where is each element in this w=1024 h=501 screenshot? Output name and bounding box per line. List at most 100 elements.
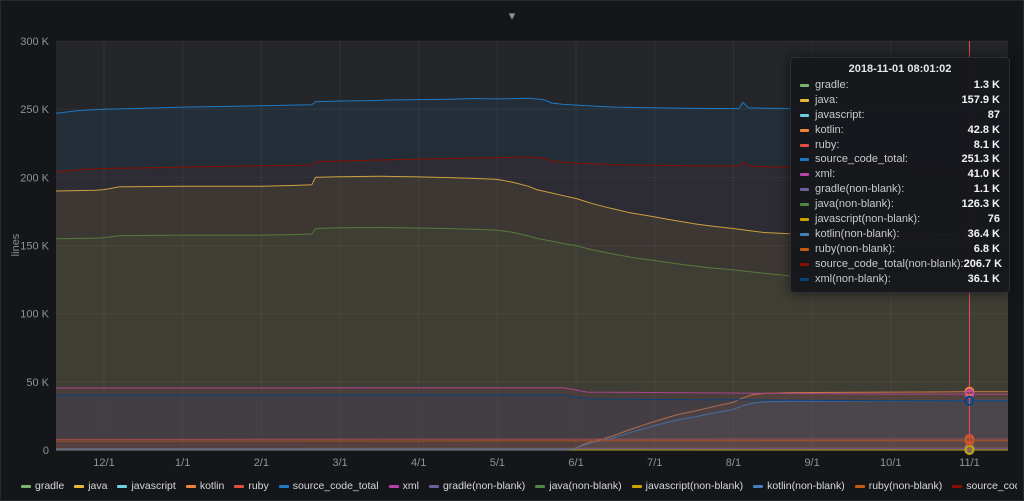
tooltip-series-label: ruby(non-blank): — [815, 242, 896, 255]
y-tick-label: 0 — [43, 445, 49, 457]
x-tick-label: 3/1 — [332, 457, 347, 469]
legend-label: gradle(non-blank) — [442, 480, 526, 492]
tooltip-series-value: 42.8 K — [967, 123, 1000, 136]
tooltip-series-value: 126.3 K — [961, 198, 1000, 211]
legend-item-java(non-blank)[interactable]: java(non-blank) — [535, 480, 622, 492]
legend-label: kotlin — [199, 480, 225, 492]
legend-label: source_code_total(non-blank) — [966, 480, 1017, 492]
tooltip-row: gradle(non-blank): 1.1 K — [800, 182, 1000, 197]
legend-label: java — [88, 480, 108, 492]
tooltip-series-label: java(non-blank): — [815, 198, 894, 211]
legend-label: javascript — [131, 480, 176, 492]
tooltip-series-label: javascript: — [815, 108, 865, 121]
legend-color-icon — [535, 484, 546, 488]
tooltip-series-label: java: — [815, 93, 839, 106]
chart-tooltip: 2018-11-01 08:01:02 gradle: 1.3 K java: 157… — [790, 57, 1010, 294]
x-tick-label: 11/1 — [959, 457, 980, 469]
legend-item-xml[interactable]: xml — [388, 480, 419, 492]
series-color-icon — [800, 247, 809, 251]
y-tick-label: 300 K — [20, 36, 49, 48]
tooltip-series-label: kotlin: — [815, 123, 844, 136]
legend-item-javascript(non-blank)[interactable]: javascript(non-blank) — [631, 480, 744, 492]
x-tick-label: 10/1 — [880, 457, 901, 469]
legend-color-icon — [74, 484, 85, 488]
x-tick-label: 1/1 — [175, 457, 190, 469]
legend-item-gradle[interactable]: gradle — [21, 480, 64, 492]
tooltip-row: kotlin: 42.8 K — [800, 123, 1000, 138]
series-color-icon — [800, 158, 809, 162]
tooltip-row: gradle: 1.3 K — [800, 78, 1000, 93]
y-tick-label: 100 K — [20, 309, 49, 321]
tooltip-series-value: 8.1 K — [973, 138, 1000, 151]
legend-item-kotlin[interactable]: kotlin — [185, 480, 225, 492]
tooltip-series-label: ruby: — [815, 138, 840, 151]
series-area-xml(non-blank) — [56, 394, 1008, 450]
legend-item-source_code_total(non-blank)[interactable]: source_code_total(non-blank) — [952, 480, 1017, 492]
tooltip-series-label: gradle: — [815, 79, 849, 91]
legend-item-source_code_total[interactable]: source_code_total — [278, 480, 379, 492]
x-tick-label: 6/1 — [568, 457, 583, 469]
tooltip-series-label: source_code_total(non-blank): — [815, 257, 964, 270]
series-color-icon — [800, 98, 809, 102]
tooltip-row: xml: 41.0 K — [800, 167, 1000, 182]
y-tick-label: 200 K — [20, 172, 49, 184]
tooltip-series-value: 1.1 K — [973, 183, 1000, 196]
series-color-icon — [800, 217, 809, 221]
tooltip-series-value: 206.7 K — [963, 257, 1003, 270]
tooltip-row: xml(non-blank): 36.1 K — [800, 272, 1000, 287]
tooltip-series-label: xml(non-blank): — [815, 272, 891, 285]
y-axis-label: lines — [10, 233, 22, 257]
legend-item-java[interactable]: java — [74, 480, 107, 492]
legend-color-icon — [753, 484, 764, 488]
y-tick-label: 50 K — [26, 377, 49, 389]
legend-label: xml — [402, 480, 419, 492]
tooltip-row: java(non-blank): 126.3 K — [800, 197, 1000, 212]
x-tick-label: 7/1 — [647, 457, 662, 469]
legend-label: javascript(non-blank) — [645, 480, 744, 492]
series-color-icon — [800, 232, 809, 236]
tooltip-row: ruby: 8.1 K — [800, 138, 1000, 153]
series-color-icon — [800, 173, 809, 177]
legend-item-gradle(non-blank)[interactable]: gradle(non-blank) — [428, 480, 526, 492]
legend-color-icon — [952, 484, 963, 488]
tooltip-series-value: 1.3 K — [973, 79, 1000, 91]
tooltip-series-label: javascript(non-blank): — [815, 213, 921, 226]
tooltip-row: source_code_total(non-blank): 206.7 K — [800, 257, 1003, 272]
tooltip-series-value: 87 — [987, 108, 1000, 121]
x-tick-label: 12/1 — [93, 457, 114, 469]
legend-item-javascript[interactable]: javascript — [117, 480, 176, 492]
legend-color-icon — [428, 484, 439, 488]
tooltip-timestamp: 2018-11-01 08:01:02 — [848, 63, 952, 75]
tooltip-series-value: 41.0 K — [967, 168, 1000, 181]
tooltip-series-label: xml: — [815, 168, 836, 181]
legend-color-icon — [185, 484, 196, 488]
tooltip-series-value: 76 — [987, 213, 1000, 226]
tooltip-row: java: 157.9 K — [800, 93, 1000, 108]
panel-collapse-caret-icon[interactable]: ▾ — [509, 9, 516, 22]
series-color-icon — [800, 113, 809, 117]
y-tick-label: 250 K — [20, 104, 49, 116]
series-color-icon — [800, 277, 809, 281]
legend-label: ruby(non-blank) — [868, 480, 943, 492]
y-tick-label: 150 K — [20, 241, 49, 253]
tooltip-series-value: 6.8 K — [973, 242, 1000, 255]
legend-bar: gradle java javascript kotlin ruby source_cod… — [21, 478, 1017, 494]
legend-label: java(non-blank) — [549, 480, 622, 492]
grafana-graph-panel: ▾ lines 300 K 250 K 200 K 150 K 100 K 50 K 0 12… — [0, 0, 1024, 501]
legend-label: gradle — [35, 480, 65, 492]
tooltip-series-value: 36.4 K — [967, 227, 1000, 240]
tooltip-row: kotlin(non-blank): 36.4 K — [800, 227, 1000, 242]
legend-color-icon — [631, 484, 642, 488]
x-tick-label: 8/1 — [726, 457, 741, 469]
series-color-icon — [800, 143, 809, 147]
legend-item-ruby[interactable]: ruby — [234, 480, 269, 492]
tooltip-series-label: kotlin(non-blank): — [815, 227, 900, 240]
legend-item-kotlin(non-blank)[interactable]: kotlin(non-blank) — [753, 480, 845, 492]
tooltip-rows: gradle: 1.3 K java: 157.9 K javascript: 87 kot… — [800, 78, 1003, 287]
tooltip-series-value: 251.3 K — [961, 153, 1000, 166]
tooltip-series-value: 36.1 K — [967, 272, 1000, 285]
x-tick-label: 4/1 — [411, 457, 426, 469]
series-color-icon — [800, 128, 809, 132]
legend-item-ruby(non-blank)[interactable]: ruby(non-blank) — [854, 480, 943, 492]
tooltip-series-label: gradle(non-blank): — [815, 183, 905, 196]
